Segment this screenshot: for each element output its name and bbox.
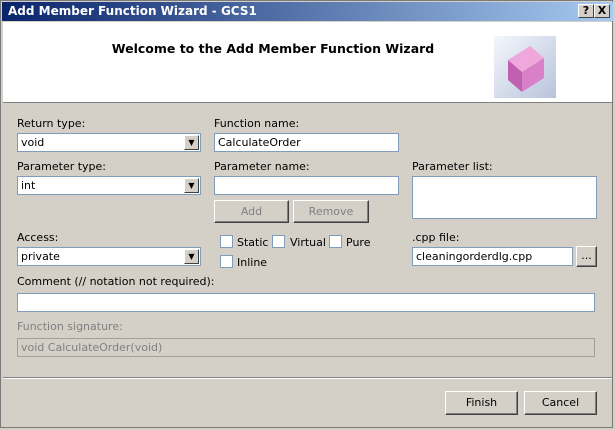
static-label: Static	[237, 236, 269, 249]
return-type-label: Return type:	[17, 117, 86, 130]
chevron-down-icon[interactable]: ▼	[184, 178, 199, 193]
close-button[interactable]: X	[594, 4, 610, 18]
cancel-button[interactable]: Cancel	[524, 391, 597, 415]
access-value: private	[21, 250, 60, 263]
parameter-list-label: Parameter list:	[412, 160, 493, 173]
function-name-input[interactable]: CalculateOrder	[214, 133, 399, 152]
remove-button[interactable]: Remove	[293, 200, 369, 223]
static-checkbox[interactable]	[220, 235, 233, 248]
footer-divider	[3, 377, 612, 379]
cpp-file-label: .cpp file:	[412, 231, 460, 244]
window-title: Add Member Function Wizard - GCS1	[8, 4, 257, 18]
inline-label: Inline	[237, 256, 268, 269]
title-bar: Add Member Function Wizard - GCS1 ? X	[2, 2, 613, 21]
wizard-window: Add Member Function Wizard - GCS1 ? X We…	[0, 0, 613, 428]
pure-checkbox[interactable]	[329, 235, 342, 248]
chevron-down-icon[interactable]: ▼	[184, 135, 199, 150]
access-combo[interactable]: private ▼	[17, 247, 201, 266]
parameter-list-box[interactable]	[412, 176, 597, 219]
parameter-type-value: int	[21, 179, 36, 192]
return-type-combo[interactable]: void ▼	[17, 133, 201, 152]
parameter-name-label: Parameter name:	[214, 160, 310, 173]
virtual-label: Virtual	[290, 236, 326, 249]
add-button[interactable]: Add	[214, 200, 289, 223]
finish-button[interactable]: Finish	[445, 391, 518, 415]
signature-label: Function signature:	[17, 320, 123, 333]
wizard-banner: Welcome to the Add Member Function Wizar…	[3, 22, 612, 103]
function-name-label: Function name:	[214, 117, 300, 130]
welcome-heading: Welcome to the Add Member Function Wizar…	[111, 41, 435, 56]
comment-label: Comment (// notation not required):	[17, 275, 215, 288]
signature-field: void CalculateOrder(void)	[17, 338, 595, 357]
return-type-value: void	[21, 136, 45, 149]
parameter-type-combo[interactable]: int ▼	[17, 176, 201, 195]
chevron-down-icon[interactable]: ▼	[184, 249, 199, 264]
pure-label: Pure	[346, 236, 371, 249]
parameter-name-input[interactable]	[214, 176, 399, 195]
inline-checkbox[interactable]	[220, 255, 233, 268]
cpp-file-input[interactable]: cleaningorderdlg.cpp	[412, 247, 573, 266]
access-label: Access:	[17, 231, 59, 244]
comment-input[interactable]	[17, 293, 595, 312]
help-button[interactable]: ?	[578, 4, 594, 18]
virtual-checkbox[interactable]	[272, 235, 285, 248]
wizard-cube-icon	[494, 36, 556, 98]
browse-button[interactable]: ...	[576, 246, 597, 267]
parameter-type-label: Parameter type:	[17, 160, 107, 173]
